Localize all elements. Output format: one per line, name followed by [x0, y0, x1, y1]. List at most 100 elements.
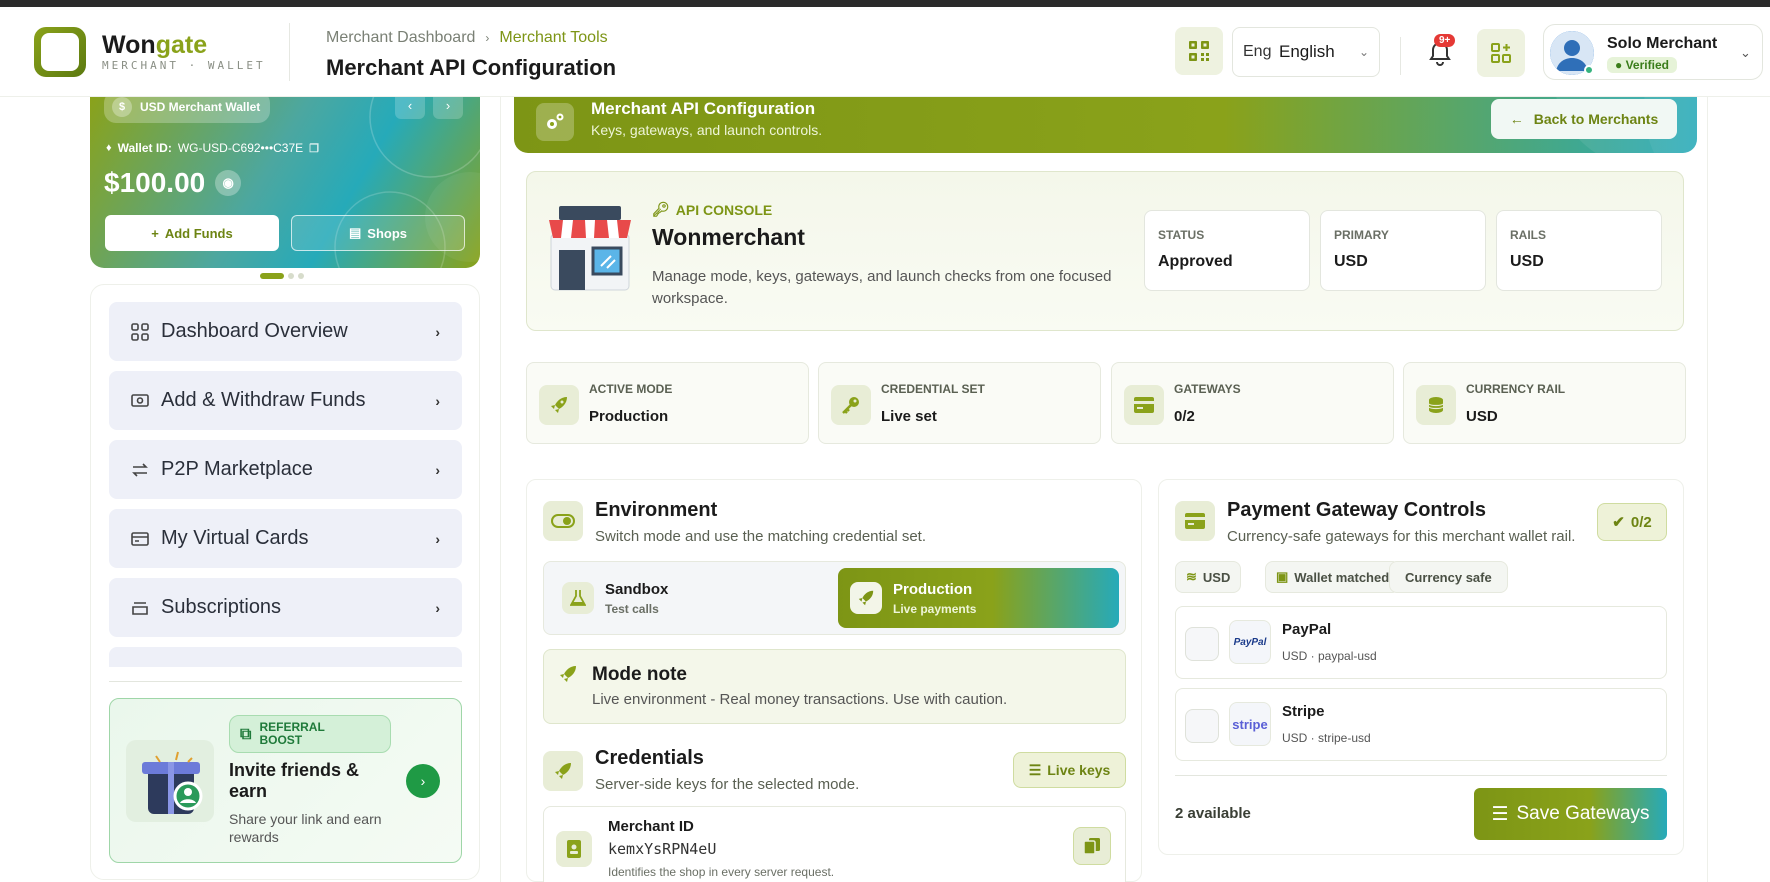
chevron-right-icon: › — [485, 31, 490, 45]
carousel-dots — [260, 273, 304, 279]
referral-tag: ⧉ REFERRAL BOOST — [229, 715, 391, 753]
toggle-icon — [543, 501, 583, 541]
sidebar-item-p2p[interactable]: P2P Marketplace › — [109, 440, 462, 499]
divider — [1175, 775, 1667, 776]
store-illustration — [547, 204, 633, 294]
gears-icon — [536, 103, 574, 141]
copy-merchant-id-button[interactable] — [1073, 827, 1111, 865]
sidebar-item-label: Subscriptions — [161, 596, 282, 618]
key-icon — [831, 385, 871, 425]
store-icon: ▤ — [348, 225, 362, 240]
card-icon — [1124, 385, 1164, 425]
rocket-icon — [539, 385, 579, 425]
sidebar-item-partial[interactable] — [109, 647, 462, 667]
brand-logo[interactable] — [34, 27, 86, 77]
wallet-selector[interactable]: $ USD Merchant Wallet — [104, 97, 271, 123]
breadcrumb: Merchant Dashboard › Merchant Tools — [326, 29, 608, 47]
apps-button[interactable] — [1477, 29, 1525, 77]
add-funds-button[interactable]: + Add Funds — [105, 215, 279, 251]
gateway-subtitle: Currency-safe gateways for this merchant… — [1227, 528, 1576, 545]
layers-icon — [132, 601, 148, 615]
wallet-balance: $100.00 ◉ — [104, 167, 242, 199]
credentials-title: Credentials — [595, 747, 704, 769]
dollar-icon: $ — [112, 97, 132, 117]
rails-stat: RAILS USD — [1496, 210, 1662, 291]
app-header: Wongate MERCHANT · WALLET Merchant Dashb… — [0, 7, 1770, 97]
available-count: 2 available — [1175, 805, 1251, 822]
breadcrumb-merchant-dashboard[interactable]: Merchant Dashboard — [326, 29, 475, 47]
wallet-prev-button[interactable]: ‹ — [395, 97, 425, 119]
referral-title: Invite friends & earn — [229, 760, 360, 801]
hero-banner: Merchant API Configuration Keys, gateway… — [514, 97, 1697, 153]
gateway-row-stripe[interactable]: stripe Stripe USD · stripe-usd — [1175, 688, 1667, 761]
chevron-right-icon: › — [435, 599, 440, 616]
sidebar-item-funds[interactable]: Add & Withdraw Funds › — [109, 371, 462, 430]
stripe-checkbox[interactable] — [1185, 709, 1219, 743]
sidebar-item-label: Dashboard Overview — [161, 320, 348, 342]
referral-go-button[interactable]: › — [406, 764, 440, 798]
page-title: Merchant API Configuration — [326, 55, 617, 80]
brand-subtitle: MERCHANT · WALLET — [102, 59, 266, 72]
breadcrumb-merchant-tools[interactable]: Merchant Tools — [499, 29, 607, 47]
chevron-right-icon: › — [435, 323, 440, 340]
merchant-name: Wonmerchant — [652, 224, 805, 250]
divider — [109, 681, 462, 682]
save-gateways-button[interactable]: ☰ Save Gateways — [1474, 788, 1667, 840]
user-menu[interactable]: Solo Merchant ● Verified ⌄ — [1543, 24, 1763, 80]
header-divider — [289, 23, 290, 81]
key-icon: 🔑︎ — [652, 201, 670, 217]
qr-button[interactable] — [1175, 27, 1223, 75]
brand-name: Wongate — [102, 31, 208, 59]
sidebar-item-label: My Virtual Cards — [161, 527, 309, 549]
online-indicator — [1584, 65, 1594, 75]
hero-subtitle: Keys, gateways, and launch controls. — [591, 122, 823, 138]
copy-icon[interactable]: ❐ — [309, 142, 319, 155]
coins-icon — [1416, 385, 1456, 425]
wallet-next-button[interactable]: › — [433, 97, 463, 119]
gateway-count-badge: ✔ 0/2 — [1597, 503, 1667, 541]
card-icon — [1175, 501, 1215, 541]
referral-subtitle: Share your link and earn rewards — [229, 811, 382, 845]
metric-active-mode: ACTIVE MODE Production — [526, 362, 809, 444]
chevron-right-icon: › — [435, 530, 440, 547]
apps-icon — [1491, 43, 1511, 63]
qr-icon — [1189, 41, 1209, 61]
referral-card[interactable]: ⧉ REFERRAL BOOST Invite friends & earn S… — [109, 698, 462, 863]
paypal-checkbox[interactable] — [1185, 627, 1219, 661]
sidebar-item-subscriptions[interactable]: Subscriptions › — [109, 578, 462, 637]
grid-icon — [131, 322, 149, 341]
chip-usd: ≋ USD — [1175, 561, 1242, 593]
language-selector[interactable]: Eng English ⌄ — [1232, 27, 1380, 77]
chevron-right-icon: › — [435, 392, 440, 409]
sliders-icon: ☰ — [1491, 803, 1509, 825]
mode-production[interactable]: Production Live payments — [838, 568, 1119, 628]
metric-gateways: GATEWAYS 0/2 — [1111, 362, 1394, 444]
merchant-description: Manage mode, keys, gateways, and launch … — [652, 268, 1112, 307]
credentials-subtitle: Server-side keys for the selected mode. — [595, 776, 860, 793]
flag-icon: Eng — [1243, 43, 1271, 60]
metric-credential-set: CREDENTIAL SET Live set — [818, 362, 1101, 444]
sidebar-item-label: P2P Marketplace — [161, 458, 313, 480]
merchant-id-value[interactable]: kemxYsRPN4eU — [608, 840, 716, 858]
eye-icon[interactable]: ◉ — [215, 170, 242, 196]
wallet-icon: ▣ — [1276, 569, 1289, 584]
rocket-icon — [543, 751, 583, 791]
sidebar-item-dashboard[interactable]: Dashboard Overview › — [109, 302, 462, 361]
rocket-icon — [560, 666, 576, 682]
plus-icon: + — [151, 225, 159, 241]
credit-card-icon — [131, 531, 149, 546]
mode-note: Mode note Live environment - Real money … — [543, 649, 1126, 724]
back-to-merchants-button[interactable]: ← Back to Merchants — [1491, 99, 1677, 139]
notification-badge: 9+ — [1434, 34, 1456, 47]
paypal-logo: PayPal — [1229, 620, 1271, 664]
wallet-id: ♦ Wallet ID: WG-USD-C692•••C37E ❐ — [106, 141, 320, 155]
mode-sandbox[interactable]: Sandbox Test calls — [550, 568, 831, 628]
sidebar-item-cards[interactable]: My Virtual Cards › — [109, 509, 462, 568]
gateway-row-paypal[interactable]: PayPal PayPal USD · paypal-usd — [1175, 606, 1667, 679]
primary-stat: PRIMARY USD — [1320, 210, 1486, 291]
wallet-card: $ USD Merchant Wallet ‹ › ♦ Wallet ID: WG… — [90, 97, 480, 268]
user-name: Solo Merchant — [1607, 35, 1718, 52]
chevron-down-icon: ⌄ — [1740, 45, 1751, 60]
shops-button[interactable]: ▤ Shops — [291, 215, 465, 251]
diamond-icon: ♦ — [106, 142, 112, 154]
